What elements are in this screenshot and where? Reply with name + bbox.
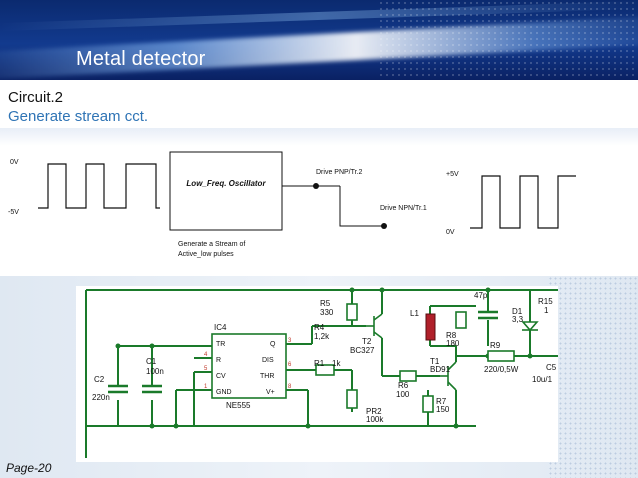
pin-cv: CV: [216, 373, 226, 380]
t2-collector: [373, 331, 383, 339]
pin-gnd: GND: [216, 389, 232, 396]
pin-r: R: [216, 357, 221, 364]
drive-pnp-label: Drive PNP/Tr.2: [316, 169, 363, 176]
r1-value: 1k: [332, 359, 341, 368]
junction: [349, 287, 355, 293]
d1-zener: [521, 321, 539, 332]
pin-number: 6: [288, 362, 292, 368]
pnp-node: [313, 183, 319, 189]
caption-line2: Active_low pulses: [178, 251, 234, 258]
r15-label: R15: [538, 297, 553, 306]
ne555-schematic: 4 5 1 3 6 8 IC4 NE555 TR R CV GND Q DIS …: [76, 286, 558, 462]
ic4-label: IC4: [214, 323, 227, 332]
caption-line1: Generate a Stream of: [178, 241, 245, 248]
c1-value: 100n: [146, 367, 164, 376]
r6-value: 100: [396, 390, 410, 399]
c1-label: C1: [146, 357, 157, 366]
r7-value: 150: [436, 405, 450, 414]
t2-label: T2: [362, 337, 372, 346]
t1-part: BD91: [430, 365, 451, 374]
c2-value: 220n: [92, 393, 110, 402]
input-label-minus5v: -5V: [8, 209, 19, 216]
t2-emitter: [373, 313, 383, 321]
r6-label: R6: [398, 381, 409, 390]
r4-label: R4: [314, 323, 325, 332]
c5-label: C5: [546, 363, 557, 372]
pr2-potentiometer: [346, 389, 358, 409]
t1-emitter: [447, 381, 457, 391]
r8-resistor: [455, 311, 467, 329]
pin-thr: THR: [260, 373, 274, 380]
d1-value: 3,3: [512, 315, 524, 324]
junction: [305, 423, 311, 429]
r6-resistor: [399, 370, 417, 382]
drive-npn-label: Drive NPN/Tr.1: [380, 205, 427, 212]
pr2-value: 100k: [366, 415, 384, 424]
schematic-dot-pattern: [548, 276, 638, 478]
output-label-0v: 0V: [446, 229, 455, 236]
section-separator: [0, 128, 638, 146]
r5-value: 330: [320, 308, 334, 317]
header-dot-pattern: [378, 0, 638, 80]
pin-vplus: V+: [266, 389, 275, 396]
pin-q: Q: [270, 341, 276, 348]
pin-tr: TR: [216, 341, 225, 348]
r9-value: 220/0,5W: [484, 365, 519, 374]
junction: [149, 423, 155, 429]
output-waveform: [470, 175, 576, 229]
page-number: Page-20: [6, 461, 52, 475]
junction: [173, 423, 179, 429]
pin-dis: DIS: [262, 357, 274, 364]
junction: [527, 353, 533, 359]
junction: [379, 287, 385, 293]
input-waveform: [38, 163, 160, 209]
c5-value: 10u/1: [532, 375, 553, 384]
junction: [453, 423, 459, 429]
r4-value: 1,2k: [314, 332, 330, 341]
npn-node: [381, 223, 387, 229]
circuit-subheading: Generate stream cct.: [8, 108, 149, 125]
npn-line: [339, 186, 384, 227]
r9-resistor: [487, 350, 515, 362]
c2-label: C2: [94, 375, 105, 384]
r8-value: 180: [446, 339, 460, 348]
r7-resistor: [422, 395, 434, 413]
oscillator-box: [169, 151, 283, 231]
output-label-plus5v: +5V: [446, 171, 459, 178]
r9-label: R9: [490, 341, 501, 350]
circuit-heading: Circuit.2: [8, 89, 64, 106]
ic-part-label: NE555: [226, 401, 251, 410]
block-diagram: 0V -5V Low_Freq. Oscillator Drive PNP/Tr…: [8, 151, 576, 258]
c47-label: 47p: [474, 291, 488, 300]
input-label-0v: 0V: [10, 159, 19, 166]
junction: [149, 343, 155, 349]
r5-label: R5: [320, 299, 331, 308]
junction: [115, 343, 121, 349]
r5-resistor: [346, 303, 358, 321]
r1-label: R1: [314, 359, 325, 368]
l1-inductor: [425, 313, 436, 341]
oscillator-label: Low_Freq. Oscillator: [186, 179, 266, 188]
slide-title: Metal detector: [76, 48, 206, 70]
l1-label: L1: [410, 309, 419, 318]
t2-part: BC327: [350, 346, 375, 355]
r15-value: 1: [544, 306, 549, 315]
